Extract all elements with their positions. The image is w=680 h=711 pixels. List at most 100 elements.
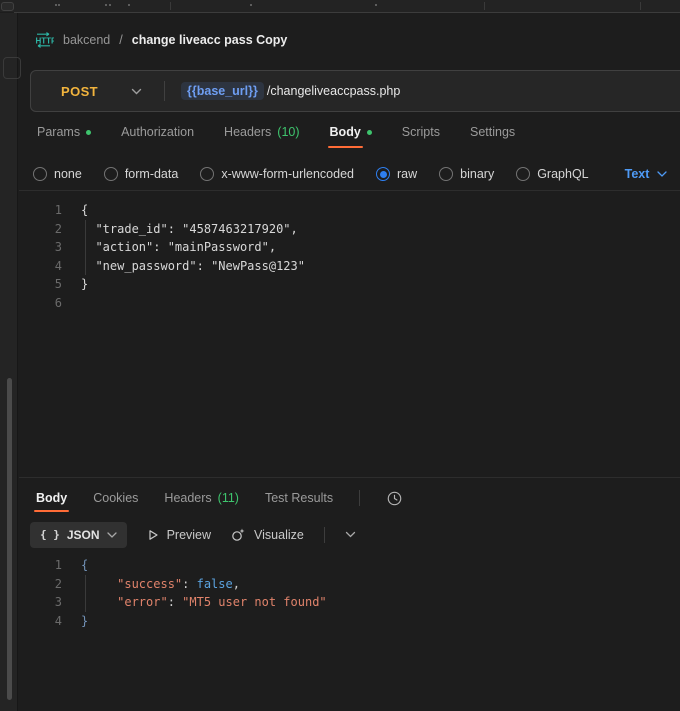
tab-strip-separator <box>640 2 641 10</box>
token-plain: } <box>81 277 88 291</box>
request-tab-body[interactable]: Body <box>330 120 372 144</box>
http-request-icon: HTTP <box>33 32 54 48</box>
token-key: "success" <box>117 577 182 591</box>
response-toolbar: { } JSON Preview Visualize <box>30 521 356 548</box>
code-line: 2 "trade_id": "4587463217920", <box>19 220 680 239</box>
tab-strip-dot <box>250 4 252 6</box>
chevron-down-icon <box>107 532 117 538</box>
request-title[interactable]: change liveacc pass Copy <box>132 33 288 47</box>
visualize-icon <box>231 527 246 542</box>
response-body-editor[interactable]: 1{2 "success": false,3 "error": "MT5 use… <box>19 548 680 658</box>
radio-label: binary <box>460 167 494 181</box>
request-tab-authorization[interactable]: Authorization <box>121 120 194 144</box>
request-url-bar: POST {{base_url}} /changeliveaccpass.php <box>30 70 680 112</box>
url-input[interactable]: /changeliveaccpass.php <box>267 84 400 98</box>
response-tabs-divider <box>359 490 360 506</box>
radio-dot <box>380 171 387 178</box>
response-tab-cookies[interactable]: Cookies <box>93 486 138 510</box>
code-text: { <box>62 556 88 575</box>
token-plain: , <box>269 240 276 254</box>
tab-strip-dot <box>375 4 377 6</box>
token-string: "MT5 user not found" <box>182 595 327 609</box>
preview-button[interactable]: Preview <box>147 528 211 542</box>
code-text: "success": false, <box>62 575 240 594</box>
code-text: } <box>62 612 88 631</box>
response-tab-body[interactable]: Body <box>36 486 67 510</box>
url-divider <box>164 81 165 101</box>
response-history-icon[interactable] <box>386 490 403 507</box>
line-number: 1 <box>19 556 62 575</box>
body-mode-x-www-form-urlencoded[interactable]: x-www-form-urlencoded <box>200 167 354 181</box>
chevron-down-icon[interactable] <box>345 531 356 538</box>
breadcrumb-collection[interactable]: bakcend <box>63 33 110 47</box>
tab-label: Body <box>36 491 67 505</box>
code-line: 5} <box>19 275 680 294</box>
request-tab-headers[interactable]: Headers(10) <box>224 120 299 144</box>
code-line: 2 "success": false, <box>19 575 680 594</box>
visualize-button[interactable]: Visualize <box>231 527 304 542</box>
token-plain: : <box>168 222 182 236</box>
response-format-select[interactable]: { } JSON <box>30 522 127 548</box>
request-tab-settings[interactable]: Settings <box>470 120 515 144</box>
token-punct <box>81 577 117 591</box>
tab-strip-divider <box>14 12 680 13</box>
request-tab-params[interactable]: Params <box>37 120 91 144</box>
tab-strip-dot <box>58 4 60 6</box>
format-label: JSON <box>67 528 100 542</box>
token-punct: : <box>182 577 196 591</box>
braces-icon: { } <box>40 528 60 541</box>
chevron-down-icon[interactable] <box>131 88 142 95</box>
body-mode-graphql[interactable]: GraphQL <box>516 167 588 181</box>
request-tab-scripts[interactable]: Scripts <box>402 120 440 144</box>
response-tab-test-results[interactable]: Test Results <box>265 486 333 510</box>
body-mode-none[interactable]: none <box>33 167 82 181</box>
code-text <box>62 294 81 313</box>
token-plain: { <box>81 203 88 217</box>
tab-strip-dot <box>128 4 130 6</box>
token-punct <box>81 595 117 609</box>
token-key: "error" <box>117 595 168 609</box>
code-text: "error": "MT5 user not found" <box>62 593 327 612</box>
tab-count-badge: (10) <box>277 125 299 139</box>
token-punct: , <box>233 577 240 591</box>
token-punct: : <box>168 595 182 609</box>
tab-strip-dot <box>105 4 107 6</box>
request-body-editor[interactable]: 1{2 "trade_id": "4587463217920",3 "actio… <box>19 191 680 477</box>
radio-label: raw <box>397 167 417 181</box>
preview-label: Preview <box>167 528 211 542</box>
radio-label: none <box>54 167 82 181</box>
radio-icon <box>200 167 214 181</box>
raw-language-select[interactable]: Text <box>625 167 668 181</box>
code-line: 6 <box>19 294 680 313</box>
svg-text:HTTP: HTTP <box>36 36 55 45</box>
tab-label: Params <box>37 125 80 139</box>
body-mode-radios: none form-data x-www-form-urlencoded raw bin… <box>33 159 667 189</box>
breadcrumb: HTTP bakcend / change liveacc pass Copy <box>33 31 287 49</box>
code-line: 3 "action": "mainPassword", <box>19 238 680 257</box>
body-mode-binary[interactable]: binary <box>439 167 494 181</box>
token-plain: : <box>153 240 167 254</box>
chevron-down-icon <box>657 171 667 177</box>
code-line: 4} <box>19 612 680 631</box>
response-section: Body Cookies Headers (11) Test Results <box>36 484 403 512</box>
method-select[interactable]: POST <box>61 84 98 99</box>
token-plain <box>81 222 95 236</box>
visualize-label: Visualize <box>254 528 304 542</box>
tab-label: Headers <box>164 491 211 505</box>
token-brace: { <box>81 558 88 572</box>
url-variable-chip[interactable]: {{base_url}} <box>181 82 264 100</box>
body-mode-raw[interactable]: raw <box>376 167 417 181</box>
tab-strip-separator <box>170 2 171 10</box>
tab-count-badge: (11) <box>218 491 239 505</box>
tab-label: Test Results <box>265 491 333 505</box>
tab-label: Cookies <box>93 491 138 505</box>
tab-label: Scripts <box>402 125 440 139</box>
response-tab-headers[interactable]: Headers (11) <box>164 486 239 510</box>
sidebar-scrollbar[interactable] <box>7 378 12 700</box>
tab-strip-dot <box>109 4 111 6</box>
request-tabs: Params Authorization Headers(10) Body Script… <box>37 120 515 154</box>
body-mode-form-data[interactable]: form-data <box>104 167 179 181</box>
unsaved-changes-dot <box>367 130 372 135</box>
token-plain: "action" <box>95 240 153 254</box>
token-bool: false <box>197 577 233 591</box>
